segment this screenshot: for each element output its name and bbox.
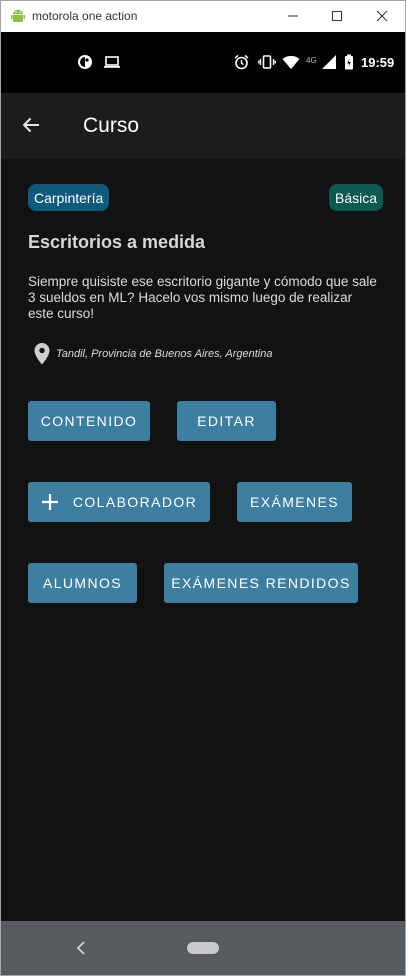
level-chip: Básica: [329, 184, 384, 211]
minimize-button[interactable]: [282, 5, 304, 27]
contenido-button[interactable]: CONTENIDO: [28, 401, 150, 441]
cast-icon: [104, 56, 120, 68]
location-pin-icon: [34, 343, 50, 365]
window-title: motorola one action: [32, 9, 138, 23]
android-icon: [11, 9, 25, 22]
editar-button[interactable]: EDITAR: [177, 401, 276, 441]
window-titlebar: motorola one action: [1, 1, 405, 32]
location-text: Tandil, Provincia de Buenos Aires, Argen…: [56, 348, 273, 360]
examenes-button[interactable]: EXÁMENES: [237, 482, 352, 522]
nav-back-icon[interactable]: [73, 938, 89, 958]
course-location: Tandil, Provincia de Buenos Aires, Argen…: [33, 342, 272, 366]
alumnos-button[interactable]: ALUMNOS: [28, 563, 137, 603]
arrow-back-icon[interactable]: [19, 113, 43, 137]
close-button[interactable]: [371, 5, 393, 27]
colaborador-label: COLABORADOR: [72, 494, 198, 510]
system-nav-bar: [1, 921, 405, 975]
wifi-icon: [282, 55, 300, 69]
plus-icon: [41, 494, 58, 510]
add-colaborador-button[interactable]: COLABORADOR: [28, 482, 210, 522]
home-pill-button[interactable]: [187, 942, 219, 954]
course-detail: Carpintería Básica Escritorios a medida …: [1, 159, 405, 921]
status-bar: 4G 19:59: [1, 32, 405, 93]
course-title: Escritorios a medida: [28, 232, 206, 252]
category-chip: Carpintería: [28, 184, 110, 211]
page-title: Curso: [83, 114, 140, 137]
app-bar: Curso: [1, 93, 405, 159]
emulator-window: motorola one action 4G 19:59 Curso Carpi…: [0, 0, 406, 976]
status-time: 19:59: [361, 55, 395, 70]
vibrate-icon: [258, 55, 276, 69]
examenes-rendidos-button[interactable]: EXÁMENES RENDIDOS: [164, 563, 358, 603]
close-icon: [376, 10, 388, 22]
battery-icon: [345, 54, 353, 70]
minimize-icon: [288, 15, 298, 17]
maximize-button[interactable]: [326, 5, 348, 27]
alarm-icon: [234, 54, 249, 70]
maximize-icon: [332, 11, 342, 21]
app-status-icon: [78, 55, 92, 69]
course-description: Siempre quisiste ese escritorio gigante …: [28, 274, 377, 321]
network-type: 4G: [306, 55, 317, 65]
signal-icon: [322, 55, 336, 69]
